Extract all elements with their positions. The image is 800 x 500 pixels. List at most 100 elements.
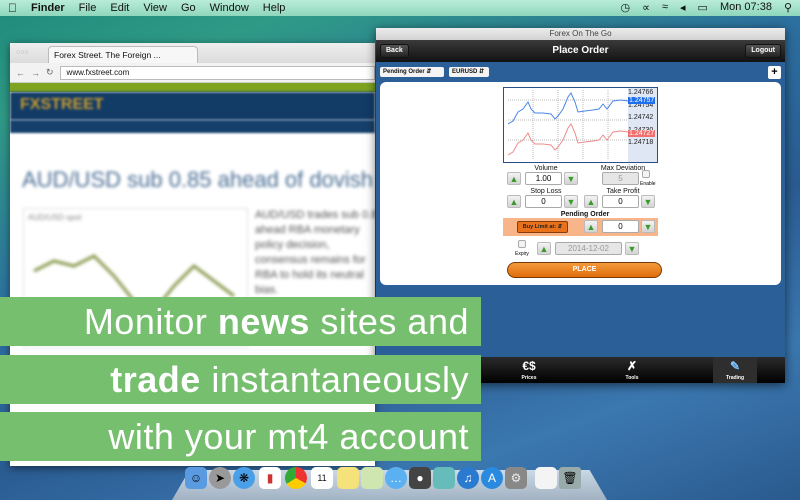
symbol-value: EURUSD [452,69,478,75]
notes-icon[interactable] [337,467,359,489]
pending-price-down-icon[interactable]: ▼ [641,220,655,233]
add-button[interactable]: + [768,66,781,79]
back-button[interactable]: Back [380,44,409,58]
spotlight-icon[interactable]: ⚲ [784,1,792,14]
trading-icon: ✎ [729,359,741,373]
pending-type-value: Buy Limit at: [522,224,557,230]
banner-text: Monitor [83,301,218,342]
battery-icon[interactable]: ▭ [698,1,708,14]
apple-icon[interactable]:  [8,1,17,15]
document-icon[interactable] [535,467,557,489]
expiry-date-input[interactable]: 2014-12-02 [555,242,622,255]
pending-order-label: Pending Order [560,211,610,218]
tab-trading[interactable]: ✎ Trading [713,357,757,383]
stop-loss-up-icon[interactable]: ▲ [507,195,521,208]
system-preferences-icon[interactable]: ⚙ [505,467,527,489]
chart-title: AUD/USD spot [28,213,82,222]
url-bar[interactable]: www.fxstreet.com [59,65,375,80]
site-nav [10,120,375,133]
take-profit-up-icon[interactable]: ▲ [584,195,598,208]
stop-loss-down-icon[interactable]: ▼ [564,195,578,208]
order-type-select[interactable]: Pending Order ⇵ [380,67,444,77]
site-topbar [10,83,375,92]
pending-price-up-icon[interactable]: ▲ [584,220,598,233]
window-controls-icon[interactable]: ○○○ [16,49,29,56]
volume-icon[interactable]: ◂ [680,1,686,14]
finder-icon[interactable]: ☺ [185,467,207,489]
enable-checkbox[interactable] [642,170,650,178]
expiry-checkbox[interactable] [518,240,526,248]
enable-label: Enable [640,181,656,187]
take-profit-down-icon[interactable]: ▼ [641,195,655,208]
stop-loss-input[interactable]: 0 [525,195,562,208]
ask-price-badge: 1.24757 [628,97,656,104]
menu-bar:  Finder File Edit View Go Window Help ◷… [0,0,800,16]
menu-edit[interactable]: Edit [110,2,129,14]
calendar-icon[interactable]: 11 [311,467,333,489]
logout-button[interactable]: Logout [745,44,781,58]
pending-type-select[interactable]: Buy Limit at: ⇵ [517,221,568,233]
menu-go[interactable]: Go [181,2,196,14]
order-panel: 1.24766 1.24754 1.24742 1.24730 1.24718 … [380,82,781,285]
facetime-icon[interactable]: ● [409,467,431,489]
tab-prices[interactable]: €$ Prices [507,357,551,383]
banner-line-2: trade instantaneously [0,355,481,404]
banner-line-3: with your mt4 account [0,412,481,461]
wifi-icon[interactable]: ≈ [662,1,668,14]
clock[interactable]: Mon 07:38 [720,1,772,14]
prices-icon: €$ [522,359,536,373]
order-type-value: Pending Order [383,69,425,75]
safari-icon[interactable]: ❋ [233,467,255,489]
iphoto-icon[interactable] [433,467,455,489]
menu-help[interactable]: Help [263,2,286,14]
take-profit-label: Take Profit [606,188,640,195]
tab-label: Tools [625,375,639,381]
volume-label: Volume [534,165,558,172]
window-title: Forex On The Go [376,28,785,40]
article-body: AUD/USD trades sub 0.85 ahead RBA moneta… [255,209,375,296]
app-store-icon[interactable]: A [481,467,503,489]
volume-input[interactable]: 1.00 [525,172,562,185]
tab-label: Trading [725,375,745,381]
tab-title: Forex Street. The Foreign ... [54,50,161,60]
stop-loss-label: Stop Loss [530,188,562,195]
page-title: Place Order [552,45,609,56]
browser-tab[interactable]: Forex Street. The Foreign ... [48,46,198,63]
banner-text: instantaneously [200,359,469,400]
messages-icon[interactable]: … [385,467,407,489]
volume-up-icon[interactable]: ▲ [507,172,521,185]
time-machine-icon[interactable]: ◷ [621,1,631,14]
tools-icon: ✗ [626,359,638,373]
menu-window[interactable]: Window [210,2,249,14]
back-icon[interactable]: ← [16,68,25,78]
forex-app-icon[interactable]: ▮ [259,467,281,489]
take-profit-input[interactable]: 0 [602,195,639,208]
banner-text: sites and [309,301,469,342]
price-tick: 1.24742 [628,114,654,121]
maps-icon[interactable] [361,467,383,489]
forward-icon[interactable]: → [31,68,40,78]
expiry-up-icon[interactable]: ▲ [537,242,551,255]
banner-text-bold: news [217,301,310,342]
menu-file[interactable]: File [79,2,97,14]
symbol-select[interactable]: EURUSD ⇵ [449,67,489,77]
banner-line-1: Monitor news sites and [0,297,481,346]
banner-text: with your mt4 account [108,416,469,457]
trash-icon[interactable]: 🗑 [559,467,581,489]
max-deviation-input[interactable]: 5 [602,172,639,185]
menu-finder[interactable]: Finder [31,2,65,14]
article-headline[interactable]: AUD/USD sub 0.85 ahead of dovish RBA [22,167,375,193]
chrome-icon[interactable] [285,467,307,489]
bid-price-badge: 1.24727 [628,130,656,137]
menu-view[interactable]: View [143,2,167,14]
reload-icon[interactable]: ↻ [46,67,54,78]
bluetooth-icon[interactable]: ∝ [642,1,650,14]
launchpad-icon[interactable]: ➤ [209,467,231,489]
expiry-down-icon[interactable]: ▼ [625,242,639,255]
expiry-label: Expiry [515,251,529,257]
pending-price-input[interactable]: 0 [602,220,639,233]
itunes-icon[interactable]: ♫ [457,467,479,489]
place-button[interactable]: PLACE [507,262,662,278]
tab-tools[interactable]: ✗ Tools [610,357,654,383]
volume-down-icon[interactable]: ▼ [564,172,578,185]
